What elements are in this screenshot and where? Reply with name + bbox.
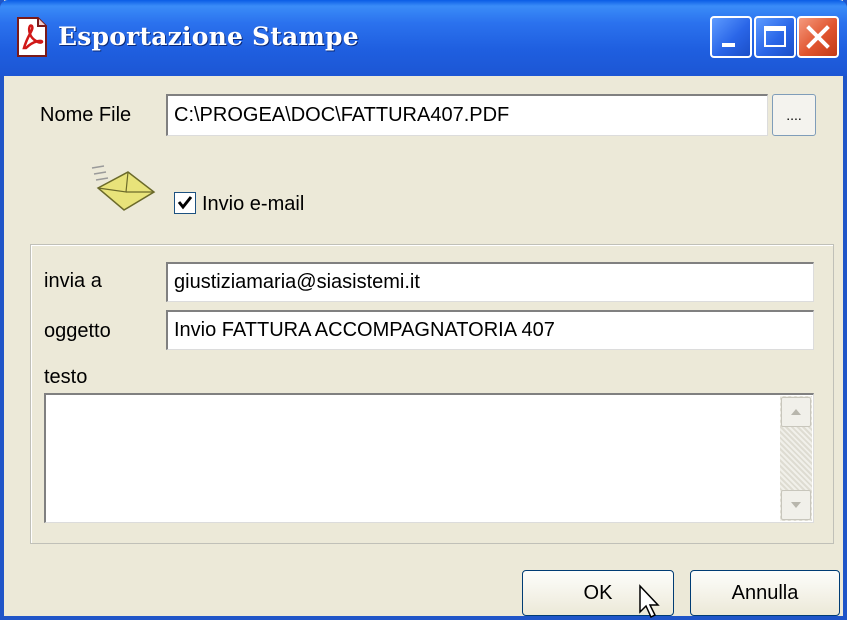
minimize-icon [722,43,735,47]
close-icon [806,25,830,49]
minimize-button[interactable] [710,16,752,58]
arrow-up-icon [791,409,801,415]
pdf-document-icon [12,14,52,60]
recipient-label: invia a [44,270,102,292]
body-textarea[interactable] [44,393,814,523]
envelope-icon [90,158,160,218]
window-title: Esportazione Stampe [58,22,359,51]
email-checkbox-label[interactable]: Invio e-mail [202,193,304,216]
title-bar[interactable]: Esportazione Stampe [0,0,847,76]
checkmark-icon [177,196,193,210]
subject-label: oggetto [44,320,111,342]
recipient-input[interactable]: giustiziamaria@siasistemi.it [166,262,814,302]
mouse-pointer-icon [638,584,668,620]
file-path-field[interactable]: C:\PROGEA\DOC\FATTURA407.PDF [166,94,768,136]
export-dialog: Esportazione Stampe Nome File C:\PROGEA\… [0,0,847,620]
arrow-down-icon [791,502,801,508]
body-label: testo [44,366,88,388]
scroll-down-button[interactable] [781,490,811,520]
close-button[interactable] [797,16,839,58]
body-scrollbar[interactable] [780,396,812,521]
cancel-button[interactable]: Annulla [690,570,840,616]
browse-button[interactable]: .... [772,94,816,136]
scroll-up-button[interactable] [781,397,811,427]
maximize-button[interactable] [754,16,796,58]
file-name-label: Nome File [40,104,132,126]
maximize-icon [764,26,786,47]
subject-input[interactable]: Invio FATTURA ACCOMPAGNATORIA 407 [166,310,814,350]
email-checkbox[interactable] [174,192,196,214]
